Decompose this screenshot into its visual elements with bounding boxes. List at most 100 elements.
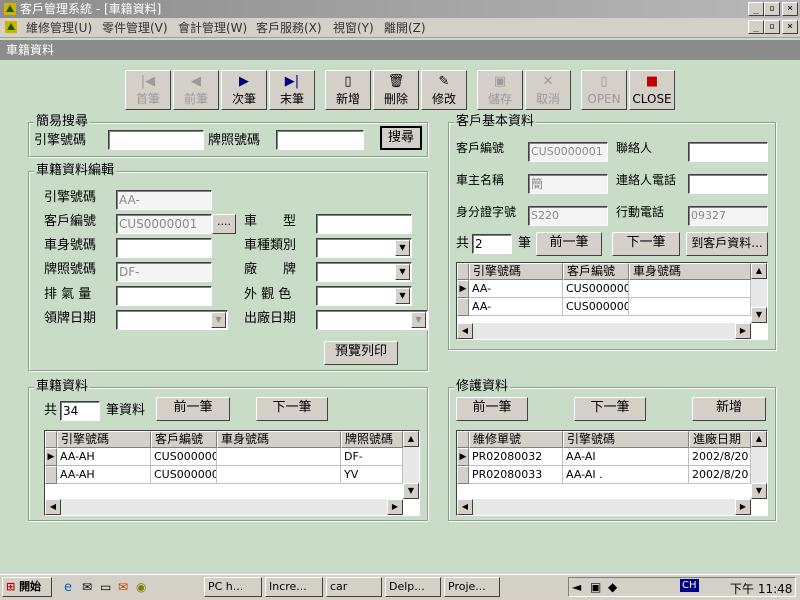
repair-next-button[interactable]: 下一筆: [574, 397, 646, 421]
vehicle-row-0-engine[interactable]: AA-AH: [57, 448, 151, 466]
vehicle-scroll-right-icon[interactable]: ▶: [387, 499, 403, 515]
repair-scroll-down-icon[interactable]: ▼: [751, 483, 767, 499]
owner-field[interactable]: 簡: [528, 174, 608, 194]
save-button[interactable]: ▣ 儲存: [477, 70, 523, 110]
child-close-button[interactable]: ×: [782, 20, 798, 34]
close-button[interactable]: ■ CLOSE: [629, 70, 675, 110]
open-button[interactable]: ▯ OPEN: [581, 70, 627, 110]
vehicle-row-1-body[interactable]: [217, 466, 341, 484]
menu-window[interactable]: 視窗(Y): [333, 20, 374, 36]
customer-id-field[interactable]: CUS0000001: [116, 214, 212, 234]
repair-row-1-date[interactable]: 2002/8/20: [689, 466, 751, 484]
quicklaunch-app-icon[interactable]: ◉: [136, 580, 146, 594]
cust-row-0-customer[interactable]: CUS0000001: [563, 280, 629, 298]
minimize-button[interactable]: _: [748, 2, 764, 16]
network-icon[interactable]: ▣: [590, 580, 601, 594]
repair-grid-col-1[interactable]: 引擎號碼: [563, 431, 689, 448]
add-button[interactable]: ▯ 新增: [325, 70, 371, 110]
repair-row-1-engine[interactable]: AA-AI .: [563, 466, 689, 484]
vehicle-type-select[interactable]: ▼: [316, 238, 412, 258]
vehicle-row-1-customer[interactable]: CUS0000001: [151, 466, 217, 484]
idcard-field[interactable]: S220: [528, 206, 608, 226]
search-plate-input[interactable]: [276, 130, 364, 150]
color-dropdown-icon[interactable]: ▼: [395, 288, 410, 304]
cust-row-0-engine[interactable]: AA-: [469, 280, 563, 298]
menu-maintenance[interactable]: 維修管理(U): [26, 20, 92, 36]
customer-lookup-button[interactable]: ....: [212, 214, 236, 234]
license-date-dropdown-icon[interactable]: ▼: [211, 312, 226, 328]
search-button[interactable]: 搜尋: [380, 126, 422, 150]
vehicle-type-dropdown-icon[interactable]: ▼: [395, 240, 410, 256]
vehicle-total-field[interactable]: 34: [60, 401, 100, 421]
vehicle-row-0-plate[interactable]: DF-: [341, 448, 403, 466]
task-project[interactable]: Proje...: [444, 577, 500, 597]
factory-date-dropdown-icon[interactable]: ▼: [411, 312, 426, 328]
quicklaunch-outlook-icon[interactable]: ✉: [82, 580, 92, 594]
cust-scroll-up-icon[interactable]: ▲: [751, 263, 767, 279]
repair-row-1-order[interactable]: PR02080033: [469, 466, 563, 484]
print-preview-button[interactable]: 預覽列印: [324, 341, 398, 365]
plate-field[interactable]: DF-: [116, 262, 212, 282]
cust-grid-hscroll[interactable]: [457, 323, 751, 339]
cust-row-1-engine[interactable]: AA-: [469, 298, 563, 316]
cust-next-button[interactable]: 下一筆: [612, 232, 680, 256]
prev-record-button[interactable]: ◀ 前筆: [173, 70, 219, 110]
body-number-field[interactable]: [116, 238, 212, 258]
close-window-button[interactable]: ×: [782, 2, 798, 16]
cust-scroll-right-icon[interactable]: ▶: [735, 323, 751, 339]
start-button[interactable]: ⊞ 開始: [2, 577, 52, 597]
vehicle-grid-col-3[interactable]: 牌照號碼: [341, 431, 403, 448]
repair-scroll-left-icon[interactable]: ◀: [457, 499, 473, 515]
engine-field[interactable]: AA-: [116, 190, 212, 210]
vehicle-grid-col-1[interactable]: 客戶編號: [151, 431, 217, 448]
task-delphi[interactable]: Delp...: [385, 577, 441, 597]
child-minimize-button[interactable]: _: [748, 20, 764, 34]
repair-scroll-up-icon[interactable]: ▲: [751, 431, 767, 447]
brand-dropdown-icon[interactable]: ▼: [395, 264, 410, 280]
vehicle-grid-col-2[interactable]: 車身號碼: [217, 431, 341, 448]
color-select[interactable]: ▼: [316, 286, 412, 306]
cust-scroll-down-icon[interactable]: ▼: [751, 307, 767, 323]
ime-indicator[interactable]: CH: [680, 579, 699, 592]
menu-customer-service[interactable]: 客戶服務(X): [256, 20, 322, 36]
vehicle-scroll-left-icon[interactable]: ◀: [45, 499, 61, 515]
cust-id-field[interactable]: CUS0000001: [528, 142, 608, 162]
cust-scroll-left-icon[interactable]: ◀: [457, 323, 473, 339]
quicklaunch-mail-icon[interactable]: ✉: [118, 580, 128, 594]
child-maximize-button[interactable]: ▫: [764, 20, 780, 34]
cust-total-field[interactable]: 2: [472, 234, 512, 254]
cust-row-1-body[interactable]: [629, 298, 751, 316]
cust-prev-button[interactable]: 前一筆: [536, 232, 602, 256]
vehicle-grid-hscroll[interactable]: [45, 499, 403, 515]
tray-app-icon[interactable]: ◆: [608, 580, 617, 594]
license-date-field[interactable]: ▼: [116, 310, 228, 330]
mobile-field[interactable]: 09327: [688, 206, 768, 226]
task-incre[interactable]: Incre...: [265, 577, 323, 597]
first-record-button[interactable]: |◀ 首筆: [125, 70, 171, 110]
contact-phone-field[interactable]: [688, 174, 768, 194]
edit-button[interactable]: ✎ 修改: [421, 70, 467, 110]
vehicle-row-1-plate[interactable]: YV: [341, 466, 403, 484]
cust-grid-col-1[interactable]: 客戶編號: [563, 263, 629, 280]
repair-grid-col-2[interactable]: 進廠日期: [689, 431, 751, 448]
cust-grid-col-0[interactable]: 引擎號碼: [469, 263, 563, 280]
displacement-field[interactable]: [116, 286, 212, 306]
vehicle-scroll-down-icon[interactable]: ▼: [403, 483, 419, 499]
vehicle-row-0-body[interactable]: [217, 448, 341, 466]
cust-row-0-body[interactable]: [629, 280, 751, 298]
quicklaunch-ie-icon[interactable]: e: [64, 580, 72, 595]
vehicle-prev-button[interactable]: 前一筆: [156, 397, 230, 421]
repair-grid-hscroll[interactable]: [457, 499, 751, 515]
brand-select[interactable]: ▼: [316, 262, 412, 282]
task-pc-help[interactable]: PC h...: [204, 577, 262, 597]
cust-row-1-customer[interactable]: CUS0000001: [563, 298, 629, 316]
menu-accounting[interactable]: 會計管理(W): [178, 20, 247, 36]
repair-add-button[interactable]: 新增: [692, 397, 766, 421]
vehicle-row-0-customer[interactable]: CUS0000001: [151, 448, 217, 466]
cust-grid-col-2[interactable]: 車身號碼: [629, 263, 751, 280]
vehicle-next-button[interactable]: 下一筆: [256, 397, 328, 421]
goto-customer-button[interactable]: 到客戶資料...: [686, 232, 768, 256]
vehicle-grid-col-0[interactable]: 引擎號碼: [57, 431, 151, 448]
repair-prev-button[interactable]: 前一筆: [456, 397, 528, 421]
repair-row-0-order[interactable]: PR02080032: [469, 448, 563, 466]
